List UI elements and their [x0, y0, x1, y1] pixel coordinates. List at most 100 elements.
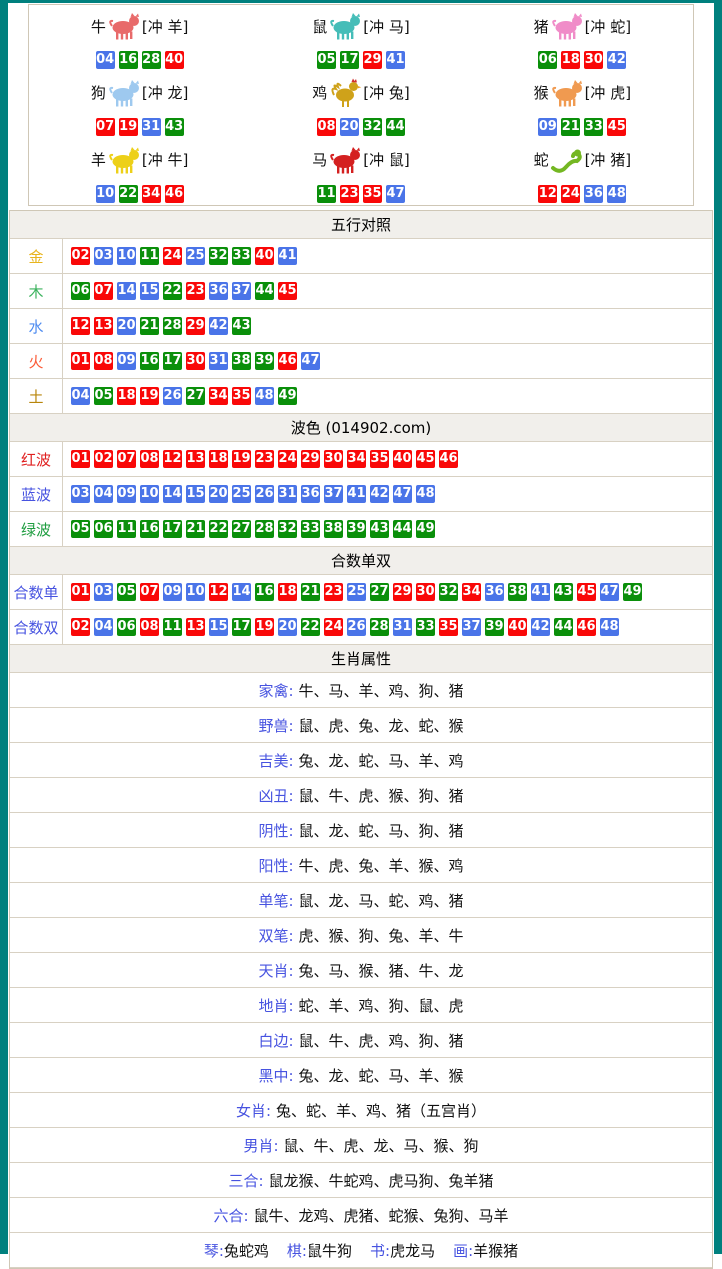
- attribute-row: 野兽:鼠、虎、兔、龙、蛇、猴: [10, 708, 712, 743]
- attribute-label: 女肖:: [236, 1100, 271, 1121]
- number-ball: 11: [140, 247, 159, 265]
- number-ball: 36: [301, 485, 320, 503]
- number-ball: 45: [278, 282, 297, 300]
- zodiac-name: 猴: [534, 82, 549, 103]
- number-ball: 24: [278, 450, 297, 468]
- attribute-row: 双笔:虎、猴、狗、兔、羊、牛: [10, 918, 712, 953]
- table-row: 合数单0103050709101214161821232527293032343…: [10, 575, 712, 610]
- attribute-label: 黑中:: [258, 1065, 293, 1086]
- number-ball: 32: [439, 583, 458, 601]
- number-ball: 38: [324, 520, 343, 538]
- zodiac-numbers: 10223446: [94, 182, 186, 203]
- number-ball: 46: [278, 352, 297, 370]
- attribute-value: 虎、猴、狗、兔、羊、牛: [299, 925, 464, 946]
- row-label: 水: [10, 309, 63, 343]
- number-ball: 48: [255, 387, 274, 405]
- attribute-label: 六合:: [213, 1205, 248, 1226]
- number-ball: 28: [142, 51, 161, 69]
- number-ball: 03: [94, 247, 113, 265]
- number-ball: 38: [508, 583, 527, 601]
- number-ball: 32: [209, 247, 228, 265]
- arts-value: 虎龙马: [390, 1242, 435, 1260]
- number-ball: 11: [163, 618, 182, 636]
- number-ball: 31: [393, 618, 412, 636]
- number-ball: 33: [232, 247, 251, 265]
- number-ball: 21: [140, 317, 159, 335]
- number-ball: 30: [324, 450, 343, 468]
- attribute-value: 鼠牛、龙鸡、虎猪、蛇猴、兔狗、马羊: [254, 1205, 509, 1226]
- number-ball: 09: [163, 583, 182, 601]
- number-ball: 43: [165, 118, 184, 136]
- number-ball: 36: [209, 282, 228, 300]
- zodiac-name: 狗: [91, 82, 106, 103]
- number-ball: 04: [94, 485, 113, 503]
- table-row: 金02031011242532334041: [10, 239, 712, 274]
- number-ball: 05: [94, 387, 113, 405]
- row-label: 土: [10, 379, 63, 413]
- attribute-label: 单笔:: [258, 890, 293, 911]
- number-ball: 19: [119, 118, 138, 136]
- number-ball: 38: [232, 352, 251, 370]
- zodiac-name-line: 马[冲 鼠]: [312, 141, 410, 179]
- number-ball: 23: [324, 583, 343, 601]
- monkey-icon: [550, 78, 584, 108]
- number-ball: 05: [71, 520, 90, 538]
- zodiac-numbers: 07193143: [94, 115, 186, 136]
- number-ball: 31: [209, 352, 228, 370]
- attribute-label: 男肖:: [243, 1135, 278, 1156]
- row-label: 蓝波: [10, 477, 63, 511]
- attribute-row: 凶丑:鼠、牛、虎、猴、狗、猪: [10, 778, 712, 813]
- number-ball: 27: [232, 520, 251, 538]
- number-ball: 46: [165, 185, 184, 203]
- number-ball: 34: [209, 387, 228, 405]
- number-ball: 37: [462, 618, 481, 636]
- zodiac-name-line: 蛇[冲 猪]: [534, 141, 632, 179]
- number-ball: 35: [370, 450, 389, 468]
- number-ball: 13: [186, 618, 205, 636]
- row-label: 木: [10, 274, 63, 308]
- number-ball: 40: [508, 618, 527, 636]
- table-row: 水1213202128294243: [10, 309, 712, 344]
- attribute-value: 牛、马、羊、鸡、狗、猪: [299, 680, 464, 701]
- number-ball: 05: [317, 51, 336, 69]
- table-row: 火0108091617303138394647: [10, 344, 712, 379]
- attribute-value: 鼠、牛、虎、猴、狗、猪: [299, 785, 464, 806]
- zodiac-cell: 猪[冲 蛇]06183042: [472, 5, 693, 72]
- section-header-sum-odd-even: 合数单双: [10, 547, 712, 575]
- number-ball: 18: [117, 387, 136, 405]
- number-ball: 29: [186, 317, 205, 335]
- attribute-label: 白边:: [258, 1030, 293, 1051]
- number-ball: 40: [393, 450, 412, 468]
- attribute-value: 牛、虎、兔、羊、猴、鸡: [299, 855, 464, 876]
- number-ball: 07: [117, 450, 136, 468]
- attribute-value: 蛇、羊、鸡、狗、鼠、虎: [299, 995, 464, 1016]
- number-ball: 40: [165, 51, 184, 69]
- number-ball: 22: [301, 618, 320, 636]
- row-label: 红波: [10, 442, 63, 476]
- zodiac-name-line: 鸡[冲 兔]: [312, 74, 410, 112]
- number-ball: 14: [117, 282, 136, 300]
- number-ball: 49: [623, 583, 642, 601]
- number-ball: 15: [209, 618, 228, 636]
- zodiac-name: 鸡: [312, 82, 327, 103]
- arts-value: 鼠牛狗: [307, 1242, 352, 1260]
- number-ball: 25: [347, 583, 366, 601]
- arts-label: 画:: [453, 1242, 473, 1260]
- number-ball: 34: [462, 583, 481, 601]
- zodiac-clash-grid: 牛[冲 羊]04162840鼠[冲 马]05172941猪[冲 蛇]061830…: [28, 4, 694, 206]
- number-ball: 18: [561, 51, 580, 69]
- attribute-value: 兔、蛇、羊、鸡、猪（五宫肖）: [276, 1100, 486, 1121]
- number-ball: 10: [140, 485, 159, 503]
- number-ball: 01: [71, 352, 90, 370]
- number-ball: 07: [94, 282, 113, 300]
- row-numbers: 02031011242532334041: [63, 239, 299, 273]
- zodiac-cell: 鼠[冲 马]05172941: [250, 5, 471, 72]
- number-ball: 25: [232, 485, 251, 503]
- row-numbers: 06071415222336374445: [63, 274, 299, 308]
- number-ball: 31: [142, 118, 161, 136]
- clash-label: [冲 龙]: [142, 82, 188, 103]
- number-ball: 04: [96, 51, 115, 69]
- zodiac-name: 鼠: [312, 16, 327, 37]
- number-ball: 21: [186, 520, 205, 538]
- table-row: 蓝波03040910141520252631363741424748: [10, 477, 712, 512]
